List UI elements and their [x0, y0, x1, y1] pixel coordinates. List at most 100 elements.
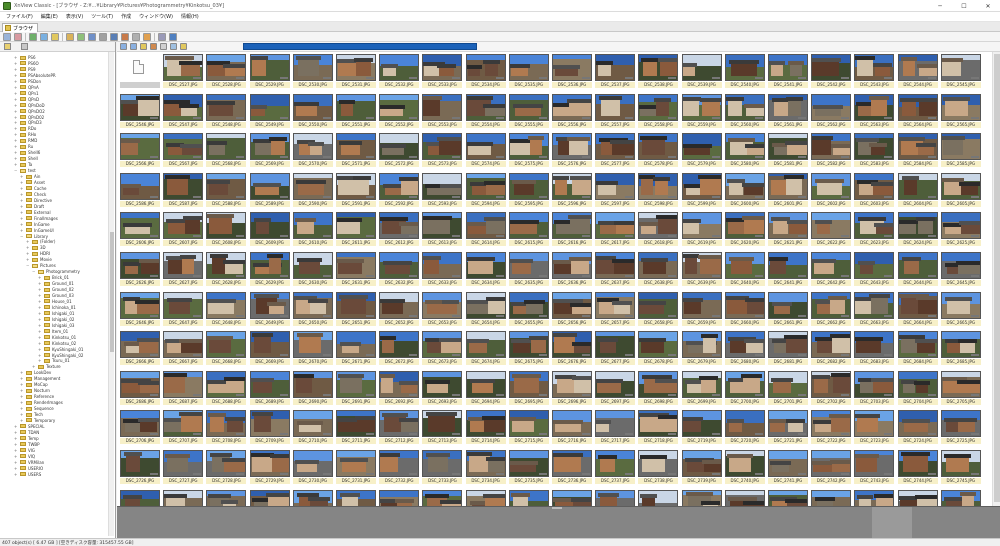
image-thumbnail[interactable]: DSC_2580.JPG: [724, 133, 766, 171]
image-thumbnail[interactable]: DSC_2619.JPG: [681, 212, 723, 250]
image-thumbnail[interactable]: DSC_2755.JPG: [508, 489, 550, 506]
image-thumbnail[interactable]: DSC_2664.JPG: [897, 291, 939, 330]
image-thumbnail[interactable]: DSC_2703.JPG: [853, 370, 895, 409]
expand-icon[interactable]: +: [20, 412, 23, 417]
image-thumbnail[interactable]: DSC_2638.JPG: [637, 252, 679, 290]
print-icon[interactable]: [99, 32, 107, 41]
image-thumbnail[interactable]: DSC_2635.JPG: [508, 252, 550, 290]
image-thumbnail[interactable]: DSC_2574.JPG: [465, 133, 507, 171]
image-thumbnail[interactable]: DSC_2756.JPG: [551, 489, 593, 506]
image-thumbnail[interactable]: DSC_2567.JPG: [162, 133, 204, 171]
image-thumbnail[interactable]: DSC_2633.JPG: [421, 252, 463, 290]
menu-view[interactable]: 表示(V): [66, 13, 83, 20]
info-icon[interactable]: [169, 32, 177, 41]
image-thumbnail[interactable]: DSC_2646.JPG: [119, 291, 161, 330]
image-thumbnail[interactable]: DSC_2720.JPG: [724, 410, 766, 448]
image-thumbnail[interactable]: DSC_2558.JPG: [637, 93, 679, 132]
tab-browser[interactable]: ブラウザ: [2, 23, 38, 32]
image-thumbnail[interactable]: DSC_2667.JPG: [162, 331, 204, 369]
image-thumbnail[interactable]: DSC_2551.JPG: [335, 93, 377, 132]
image-thumbnail[interactable]: DSC_2763.JPG: [853, 489, 895, 506]
image-thumbnail[interactable]: DSC_2613.JPG: [421, 212, 463, 250]
image-thumbnail[interactable]: DSC_2592.JPG: [378, 172, 420, 211]
image-thumbnail[interactable]: DSC_2617.JPG: [594, 212, 636, 250]
search-icon[interactable]: [88, 32, 96, 41]
menu-file[interactable]: ファイル(F): [6, 13, 33, 20]
image-thumbnail[interactable]: DSC_2556.JPG: [551, 93, 593, 132]
image-thumbnail[interactable]: DSC_2629.JPG: [249, 252, 291, 290]
capture-icon[interactable]: [121, 32, 129, 41]
thumbnail-view[interactable]: DSC_2527.JPG DSC_2528.JPG DSC_2529.JPG DSC_…: [117, 52, 1000, 506]
tree-item[interactable]: + PSAbsolutePR: [14, 72, 56, 79]
expand-icon[interactable]: +: [14, 424, 17, 429]
image-thumbnail[interactable]: DSC_2559.JPG: [681, 93, 723, 132]
image-thumbnail[interactable]: DSC_2598.JPG: [637, 172, 679, 211]
tree-item[interactable]: − Pictures: [26, 262, 56, 269]
image-thumbnail[interactable]: DSC_2718.JPG: [637, 410, 679, 448]
expand-icon[interactable]: +: [38, 353, 41, 358]
image-thumbnail[interactable]: DSC_2745.JPG: [940, 450, 982, 488]
image-thumbnail[interactable]: DSC_2761.JPG: [767, 489, 809, 506]
tree-item[interactable]: + Ichinoka_01: [38, 304, 76, 311]
tree-item[interactable]: + HDRI: [26, 250, 50, 257]
expand-icon[interactable]: +: [14, 61, 17, 66]
image-thumbnail[interactable]: DSC_2569.JPG: [249, 133, 291, 171]
image-thumbnail[interactable]: DSC_2616.JPG: [551, 212, 593, 250]
minimize-button[interactable]: ─: [928, 0, 952, 12]
expand-icon[interactable]: +: [38, 317, 41, 322]
image-thumbnail[interactable]: DSC_2539.JPG: [681, 54, 723, 92]
image-thumbnail[interactable]: DSC_2715.JPG: [508, 410, 550, 448]
image-thumbnail[interactable]: DSC_2561.JPG: [767, 93, 809, 132]
expand-icon[interactable]: +: [20, 186, 23, 191]
tree-item[interactable]: + Sequence: [20, 405, 54, 412]
image-thumbnail[interactable]: DSC_2707.JPG: [162, 410, 204, 448]
expand-icon[interactable]: +: [14, 132, 17, 137]
image-thumbnail[interactable]: DSC_2542.JPG: [810, 54, 852, 92]
image-thumbnail[interactable]: DSC_2758.JPG: [637, 489, 679, 506]
image-thumbnail[interactable]: DSC_2751.JPG: [335, 489, 377, 506]
image-thumbnail[interactable]: DSC_2740.JPG: [724, 450, 766, 488]
close-button[interactable]: ✕: [976, 0, 1000, 12]
open-icon[interactable]: [40, 32, 48, 41]
tree-item[interactable]: + PSDon: [14, 78, 41, 85]
image-thumbnail[interactable]: DSC_2588.JPG: [205, 172, 247, 211]
image-thumbnail[interactable]: DSC_2706.JPG: [119, 410, 161, 448]
image-thumbnail[interactable]: DSC_2628.JPG: [205, 252, 247, 290]
image-thumbnail[interactable]: DSC_2645.JPG: [940, 252, 982, 290]
image-thumbnail[interactable]: DSC_2610.JPG: [292, 212, 334, 250]
expand-icon[interactable]: +: [20, 370, 23, 375]
image-thumbnail[interactable]: DSC_2660.JPG: [724, 291, 766, 330]
tree-item[interactable]: + TDAN: [14, 429, 39, 436]
image-thumbnail[interactable]: DSC_2678.JPG: [637, 331, 679, 369]
image-thumbnail[interactable]: DSC_2694.JPG: [465, 370, 507, 409]
image-thumbnail[interactable]: DSC_2702.JPG: [810, 370, 852, 409]
image-thumbnail[interactable]: DSC_2670.JPG: [292, 331, 334, 369]
expand-icon[interactable]: +: [20, 228, 23, 233]
image-thumbnail[interactable]: DSC_2530.JPG: [292, 54, 334, 92]
menu-create[interactable]: 作成: [121, 13, 131, 20]
image-thumbnail[interactable]: DSC_2728.JPG: [205, 450, 247, 488]
image-thumbnail[interactable]: DSC_2737.JPG: [594, 450, 636, 488]
image-thumbnail[interactable]: DSC_2553.JPG: [421, 93, 463, 132]
image-thumbnail[interactable]: DSC_2685.JPG: [940, 331, 982, 369]
image-thumbnail[interactable]: DSC_2601.JPG: [767, 172, 809, 211]
tree-item[interactable]: + Directive: [20, 197, 52, 204]
image-thumbnail[interactable]: DSC_2620.JPG: [724, 212, 766, 250]
image-thumbnail[interactable]: DSC_2765.JPG: [940, 489, 982, 506]
image-thumbnail[interactable]: DSC_2651.JPG: [335, 291, 377, 330]
tree-item[interactable]: + RDo: [14, 125, 36, 132]
view-mode-icon[interactable]: [160, 43, 167, 50]
tree-item[interactable]: + Movie: [26, 256, 52, 263]
image-thumbnail[interactable]: DSC_2581.JPG: [767, 133, 809, 171]
image-thumbnail[interactable]: DSC_2583.JPG: [853, 133, 895, 171]
image-thumbnail[interactable]: DSC_2680.JPG: [724, 331, 766, 369]
image-thumbnail[interactable]: DSC_2656.JPG: [551, 291, 593, 330]
image-thumbnail[interactable]: DSC_2674.JPG: [465, 331, 507, 369]
expand-icon[interactable]: +: [14, 466, 17, 471]
image-thumbnail[interactable]: DSC_2684.JPG: [897, 331, 939, 369]
expand-icon[interactable]: +: [20, 210, 23, 215]
image-thumbnail[interactable]: DSC_2544.JPG: [897, 54, 939, 92]
image-thumbnail[interactable]: DSC_2734.JPG: [465, 450, 507, 488]
image-thumbnail[interactable]: DSC_2593.JPG: [421, 172, 463, 211]
tree-item[interactable]: + Ishigaki_01: [38, 310, 74, 317]
